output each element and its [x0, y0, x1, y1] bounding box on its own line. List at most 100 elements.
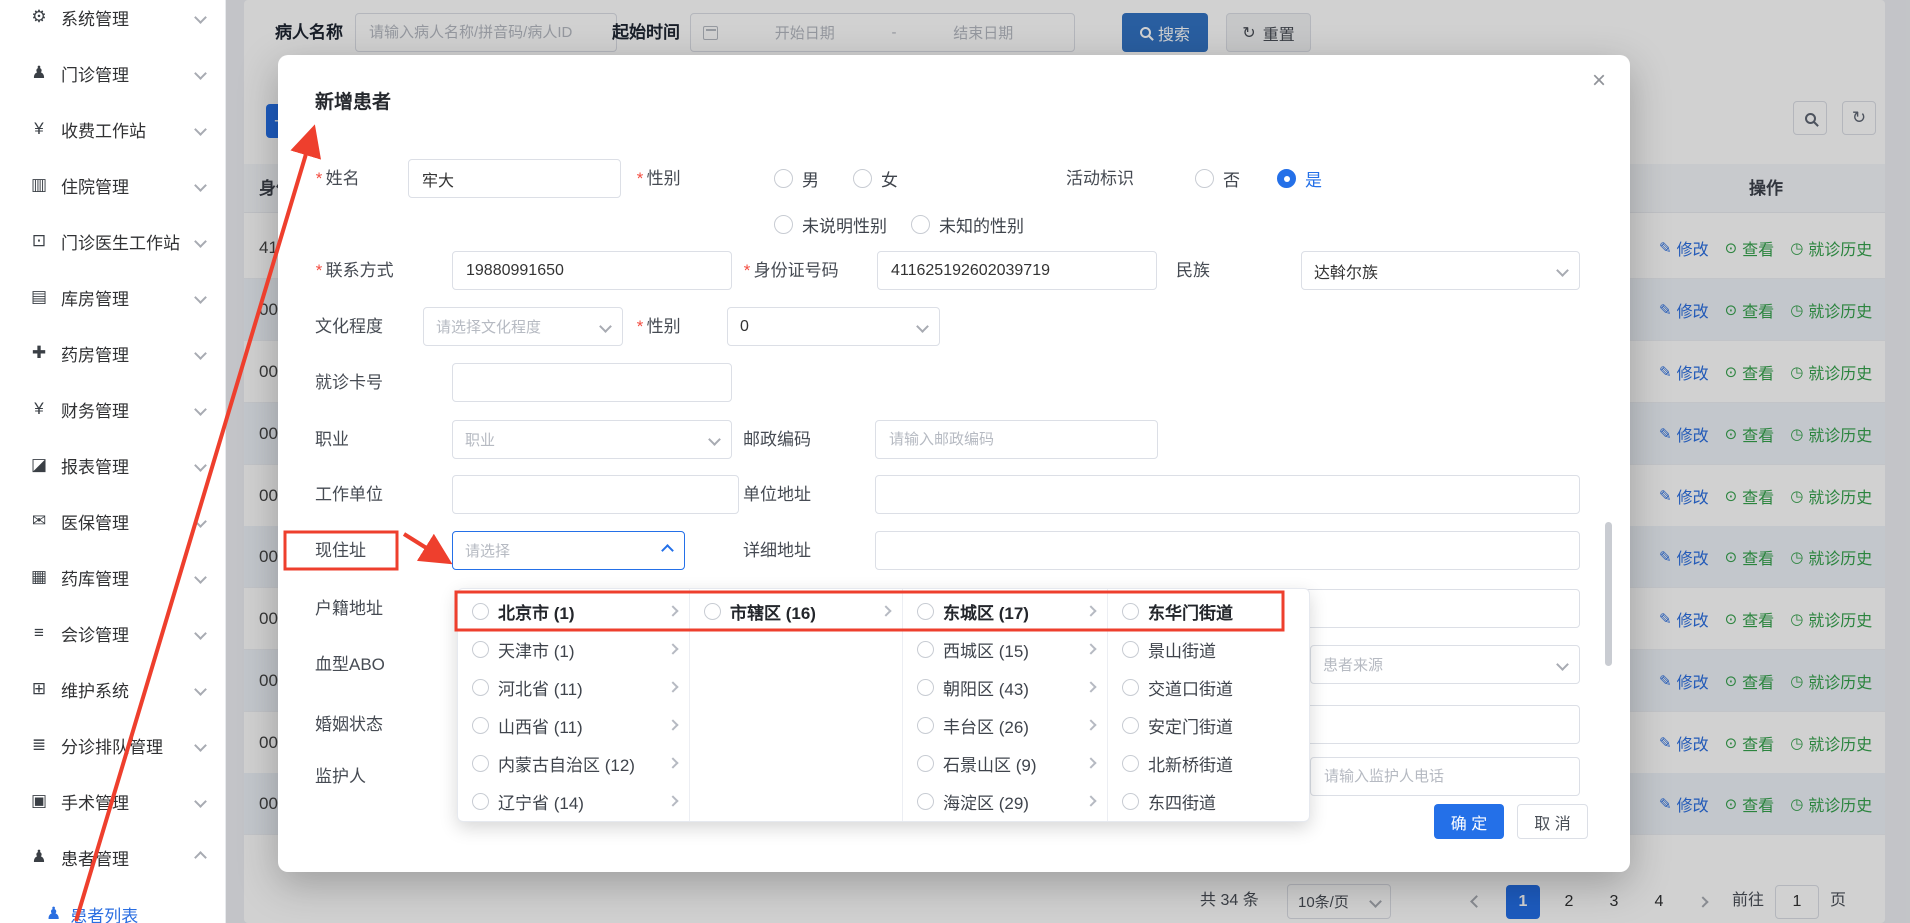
- cascader-option[interactable]: 安定门街道: [1108, 706, 1310, 744]
- sidebar-item-outpatient-doctor[interactable]: ⊡门诊医生工作站: [0, 213, 225, 269]
- cascader-option[interactable]: 辽宁省 (14): [458, 782, 689, 820]
- sidebar-item-charge-station[interactable]: ¥收费工作站: [0, 101, 225, 157]
- sidebar-item-outpatient[interactable]: ♟门诊管理: [0, 45, 225, 101]
- cascader-option[interactable]: 市辖区 (16): [690, 592, 902, 630]
- name-label: *姓名: [315, 159, 360, 198]
- postcode-input[interactable]: [875, 420, 1158, 459]
- sidebar-item-label: 门诊医生工作站: [61, 229, 196, 254]
- cascader-option[interactable]: 河北省 (11): [458, 668, 689, 706]
- chevron-right-icon: [667, 643, 678, 654]
- cascader-option[interactable]: 北新桥街道: [1108, 744, 1310, 782]
- cascader-option[interactable]: 东华门街道: [1108, 592, 1310, 630]
- cascader-option[interactable]: 西城区 (15): [903, 630, 1107, 668]
- cascader-option[interactable]: 交道口街道: [1108, 668, 1310, 706]
- cascader-option[interactable]: 东四街道: [1108, 782, 1310, 820]
- radio-icon: [1195, 169, 1214, 188]
- sidebar-item-surgery[interactable]: ▣手术管理: [0, 773, 225, 829]
- grid-icon: ▦: [26, 567, 52, 587]
- cascader-district-column: 东城区 (17) 西城区 (15) 朝阳区 (43) 丰台区 (26) 石景山区…: [903, 589, 1108, 821]
- sidebar-item-warehouse[interactable]: ▤库房管理: [0, 269, 225, 325]
- sidebar-item-inpatient[interactable]: ▥住院管理: [0, 157, 225, 213]
- radio-icon: [472, 755, 489, 772]
- gender2-select[interactable]: 0: [727, 307, 940, 346]
- chevron-right-icon: [1085, 605, 1096, 616]
- sidebar-item-patient-list[interactable]: ♟ 患者列表: [0, 894, 226, 923]
- sidebar-item-maintenance[interactable]: ⊞维护系统: [0, 661, 225, 717]
- close-icon[interactable]: ×: [1592, 69, 1606, 93]
- contact-input[interactable]: [452, 251, 732, 290]
- chevron-down-icon: [194, 627, 207, 640]
- sidebar-item-finance[interactable]: ¥财务管理: [0, 381, 225, 437]
- sidebar-item-triage-queue[interactable]: ≣分诊排队管理: [0, 717, 225, 773]
- user-icon: ♟: [46, 904, 61, 923]
- sidebar-item-system[interactable]: ⚙系统管理: [0, 0, 225, 45]
- gender-male-radio[interactable]: 男: [774, 159, 819, 198]
- radio-icon: [917, 717, 934, 734]
- cross-icon: ✚: [26, 343, 52, 363]
- occupation-label: 职业: [315, 420, 349, 459]
- workunit-input[interactable]: [452, 475, 739, 514]
- report-icon: ◪: [26, 455, 52, 475]
- cascader-option[interactable]: 天津市 (1): [458, 630, 689, 668]
- visit-card-input[interactable]: [452, 363, 732, 402]
- sidebar-item-label: 会诊管理: [61, 621, 196, 646]
- cascader-option[interactable]: 丰台区 (26): [903, 706, 1107, 744]
- radio-icon: [472, 793, 489, 810]
- cascader-option[interactable]: 东城区 (17): [903, 592, 1107, 630]
- cascader-option[interactable]: 海淀区 (29): [903, 782, 1107, 820]
- occupation-select[interactable]: 职业: [452, 420, 732, 459]
- sidebar-item-pharmacy[interactable]: ✚药房管理: [0, 325, 225, 381]
- chevron-right-icon: [667, 719, 678, 730]
- current-address-cascader[interactable]: 请选择: [452, 531, 685, 570]
- mail-icon: ✉: [26, 511, 52, 531]
- patient-source-select[interactable]: 患者来源: [1310, 645, 1580, 684]
- ethnic-select[interactable]: 达斡尔族: [1301, 251, 1580, 290]
- active-no-radio[interactable]: 否: [1195, 159, 1240, 198]
- chevron-down-icon: [194, 403, 207, 416]
- yen-icon: ¥: [26, 119, 52, 139]
- yen-icon: ¥: [26, 399, 52, 419]
- confirm-button[interactable]: 确 定: [1434, 804, 1504, 839]
- sidebar-item-label: 住院管理: [61, 173, 196, 198]
- cascader-option[interactable]: 景山街道: [1108, 630, 1310, 668]
- name-input[interactable]: [408, 159, 621, 198]
- marital-status-label: 婚姻状态: [315, 705, 383, 744]
- sidebar-menu: ⚙系统管理 ♟门诊管理 ¥收费工作站 ▥住院管理 ⊡门诊医生工作站 ▤库房管理 …: [0, 0, 225, 885]
- sidebar-item-label: 系统管理: [61, 5, 196, 30]
- cascader-option[interactable]: 山西省 (11): [458, 706, 689, 744]
- sidebar-item-label: 患者管理: [61, 845, 196, 870]
- radio-icon: [472, 679, 489, 696]
- modal-scrollbar[interactable]: [1605, 522, 1612, 666]
- sidebar-item-drug-store[interactable]: ▦药库管理: [0, 549, 225, 605]
- radio-icon: [1122, 755, 1139, 772]
- detail-address-input[interactable]: [875, 531, 1580, 570]
- cascader-option[interactable]: 内蒙古自治区 (12): [458, 744, 689, 782]
- cancel-button[interactable]: 取 消: [1517, 804, 1588, 839]
- unit-address-label: 单位地址: [743, 475, 811, 514]
- chevron-right-icon: [1085, 719, 1096, 730]
- idcard-input[interactable]: [877, 251, 1157, 290]
- postcode-label: 邮政编码: [743, 420, 811, 459]
- gender-unknown-radio[interactable]: 未知的性别: [911, 205, 1024, 244]
- guardian-label: 监护人: [315, 757, 366, 796]
- sidebar-subitem-label: 患者列表: [70, 902, 138, 923]
- gender-unstated-radio[interactable]: 未说明性别: [774, 205, 887, 244]
- cascader-option[interactable]: 朝阳区 (43): [903, 668, 1107, 706]
- radio-icon: [1122, 679, 1139, 696]
- cascader-option[interactable]: 北京市 (1): [458, 592, 689, 630]
- docs-icon: ▤: [26, 287, 52, 307]
- gender-female-radio[interactable]: 女: [853, 159, 898, 198]
- education-select[interactable]: 请选择文化程度: [423, 307, 623, 346]
- contact-label: *联系方式: [315, 251, 394, 290]
- cascader-option[interactable]: 石景山区 (9): [903, 744, 1107, 782]
- chevron-right-icon: [1085, 681, 1096, 692]
- sidebar-item-consultation[interactable]: ≡会诊管理: [0, 605, 225, 661]
- sidebar-item-insurance[interactable]: ✉医保管理: [0, 493, 225, 549]
- active-yes-radio[interactable]: 是: [1277, 159, 1322, 198]
- maintain-icon: ⊞: [26, 679, 52, 699]
- sidebar-item-patient[interactable]: ♟患者管理: [0, 829, 225, 885]
- unit-address-input[interactable]: [875, 475, 1580, 514]
- guardian-phone-input[interactable]: [1310, 757, 1580, 796]
- chevron-down-icon: [916, 320, 929, 333]
- sidebar-item-report[interactable]: ◪报表管理: [0, 437, 225, 493]
